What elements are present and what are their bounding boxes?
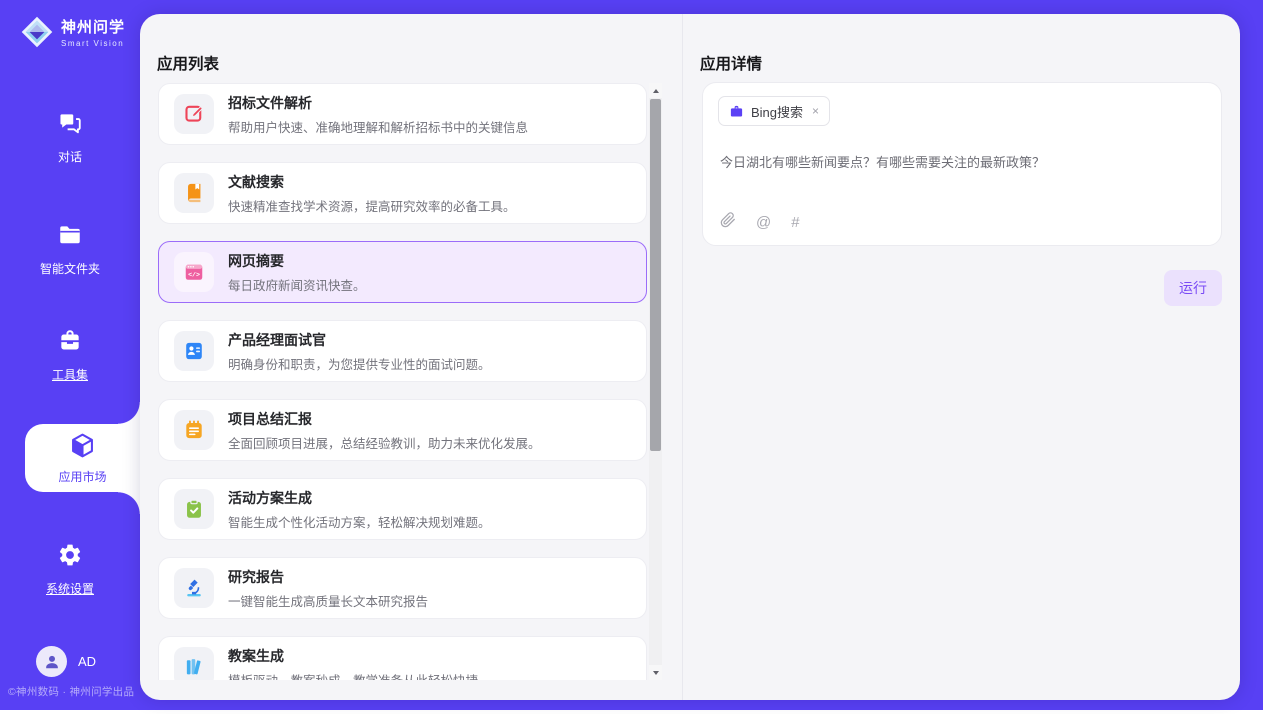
doc-edit-icon — [174, 94, 214, 134]
app-card-教案生成[interactable]: 教案生成模板驱动，教案秒成，教学准备从此轻松快捷 — [158, 636, 647, 680]
app-card-title: 招标文件解析 — [228, 93, 528, 113]
app-detail-panel: 应用详情 Bing搜索 × 今日湖北有哪些新闻要点？有哪些需要关注的最新政策？ … — [683, 14, 1240, 700]
app-card-description: 一键智能生成高质量长文本研究报告 — [228, 591, 428, 610]
avatar[interactable] — [36, 646, 67, 677]
app-list-panel: 应用列表 招标文件解析帮助用户快速、准确地理解和解析招标书中的关键信息文献搜索快… — [140, 14, 683, 700]
card-texts: 网页摘要每日政府新闻资讯快查。 — [228, 251, 366, 294]
microscope-icon — [174, 568, 214, 608]
sidebar-item-label: 系统设置 — [46, 580, 94, 597]
browser-code-icon: </> — [174, 252, 214, 292]
app-list-title: 应用列表 — [157, 52, 219, 74]
bubble-curve-top — [118, 402, 140, 424]
resume-icon — [174, 331, 214, 371]
app-detail-title: 应用详情 — [700, 52, 762, 74]
app-card-研究报告[interactable]: 研究报告一键智能生成高质量长文本研究报告 — [158, 557, 647, 619]
app-card-list: 招标文件解析帮助用户快速、准确地理解和解析招标书中的关键信息文献搜索快速精准查找… — [158, 83, 647, 680]
note-icon — [174, 410, 214, 450]
app-card-项目总结汇报[interactable]: 项目总结汇报全面回顾项目进展，总结经验教训，助力未来优化发展。 — [158, 399, 647, 461]
chat-icon — [57, 110, 83, 141]
app-card-description: 帮助用户快速、准确地理解和解析招标书中的关键信息 — [228, 117, 528, 136]
app-card-title: 项目总结汇报 — [228, 409, 541, 429]
card-texts: 项目总结汇报全面回顾项目进展，总结经验教训，助力未来优化发展。 — [228, 409, 541, 452]
folder-icon — [57, 222, 83, 253]
app-card-description: 全面回顾项目进展，总结经验教训，助力未来优化发展。 — [228, 433, 541, 452]
sidebar-item-系统设置[interactable]: 系统设置 — [0, 542, 140, 597]
sidebar-item-智能文件夹[interactable]: 智能文件夹 — [0, 222, 140, 277]
app-card-title: 研究报告 — [228, 567, 428, 587]
card-texts: 活动方案生成智能生成个性化活动方案，轻松解决规划难题。 — [228, 488, 491, 531]
books-icon — [174, 647, 214, 680]
user-row[interactable]: AD — [36, 646, 96, 677]
app-card-产品经理面试官[interactable]: 产品经理面试官明确身份和职责，为您提供专业性的面试问题。 — [158, 320, 647, 382]
composer-toolbar: @# — [720, 212, 800, 232]
copyright-text: ©神州数码 · 神州问学出品 — [8, 684, 134, 699]
cube-icon — [68, 431, 97, 465]
app-card-活动方案生成[interactable]: 活动方案生成智能生成个性化活动方案，轻松解决规划难题。 — [158, 478, 647, 540]
app-card-title: 教案生成 — [228, 646, 478, 666]
toolbox-icon — [57, 328, 83, 359]
scroll-down-button[interactable] — [649, 665, 662, 680]
scroll-up-icon — [653, 89, 659, 93]
app-card-title: 网页摘要 — [228, 251, 366, 271]
sidebar-item-工具集[interactable]: 工具集 — [0, 328, 140, 383]
app-card-description: 明确身份和职责，为您提供专业性的面试问题。 — [228, 354, 491, 373]
sidebar-item-label: 工具集 — [52, 366, 88, 383]
paperclip-icon[interactable] — [720, 212, 736, 232]
app-card-description: 每日政府新闻资讯快查。 — [228, 275, 366, 294]
app-card-网页摘要[interactable]: </> 网页摘要每日政府新闻资讯快查。 — [158, 241, 647, 303]
app-card-招标文件解析[interactable]: 招标文件解析帮助用户快速、准确地理解和解析招标书中的关键信息 — [158, 83, 647, 145]
person-icon — [42, 652, 62, 672]
app-card-title: 活动方案生成 — [228, 488, 491, 508]
scrollbar[interactable] — [649, 83, 662, 680]
card-texts: 产品经理面试官明确身份和职责，为您提供专业性的面试问题。 — [228, 330, 491, 373]
clipboard-check-icon — [174, 489, 214, 529]
briefcase-icon — [729, 104, 744, 119]
scroll-up-button[interactable] — [649, 83, 662, 98]
logo-diamond-icon — [20, 15, 54, 49]
sidebar-item-label: 应用市场 — [58, 468, 106, 485]
card-texts: 文献搜索快速精准查找学术资源，提高研究效率的必备工具。 — [228, 172, 516, 215]
tool-tag-bing-search[interactable]: Bing搜索 × — [718, 96, 830, 126]
run-button[interactable]: 运行 — [1164, 270, 1222, 306]
sidebar-item-label: 对话 — [58, 148, 82, 165]
app-name: 神州问学 — [61, 16, 125, 37]
sidebar-item-对话[interactable]: 对话 — [0, 110, 140, 165]
app-card-description: 快速精准查找学术资源，提高研究效率的必备工具。 — [228, 196, 516, 215]
app-card-title: 文献搜索 — [228, 172, 516, 192]
app-tagline: Smart Vision — [61, 39, 125, 48]
tool-tag-label: Bing搜索 — [751, 102, 803, 121]
app-card-description: 智能生成个性化活动方案，轻松解决规划难题。 — [228, 512, 491, 531]
gear-icon — [57, 542, 83, 573]
hash-icon[interactable]: # — [791, 214, 799, 231]
user-initials: AD — [78, 654, 96, 669]
bubble-curve-bottom — [118, 492, 140, 514]
scroll-down-icon — [653, 671, 659, 675]
app-window: 神州问学 Smart Vision 对话智能文件夹工具集应用市场系统设置 AD … — [0, 0, 1263, 710]
at-icon[interactable]: @ — [756, 214, 771, 231]
app-card-title: 产品经理面试官 — [228, 330, 491, 350]
tool-tag-close-icon[interactable]: × — [812, 104, 819, 118]
prompt-text[interactable]: 今日湖北有哪些新闻要点？有哪些需要关注的最新政策？ — [720, 153, 1205, 173]
book-icon — [174, 173, 214, 213]
scrollbar-thumb[interactable] — [650, 99, 661, 451]
sidebar: 神州问学 Smart Vision 对话智能文件夹工具集应用市场系统设置 AD … — [0, 0, 140, 710]
sidebar-item-label: 智能文件夹 — [40, 260, 100, 277]
app-card-description: 模板驱动，教案秒成，教学准备从此轻松快捷 — [228, 670, 478, 681]
app-logo: 神州问学 Smart Vision — [20, 15, 125, 49]
svg-text:</>: </> — [188, 272, 200, 279]
card-texts: 教案生成模板驱动，教案秒成，教学准备从此轻松快捷 — [228, 646, 478, 681]
prompt-composer[interactable]: Bing搜索 × 今日湖北有哪些新闻要点？有哪些需要关注的最新政策？ @# — [702, 82, 1222, 246]
app-card-文献搜索[interactable]: 文献搜索快速精准查找学术资源，提高研究效率的必备工具。 — [158, 162, 647, 224]
main-content: 应用列表 招标文件解析帮助用户快速、准确地理解和解析招标书中的关键信息文献搜索快… — [140, 14, 1240, 700]
sidebar-item-应用市场[interactable]: 应用市场 — [25, 424, 140, 492]
card-texts: 招标文件解析帮助用户快速、准确地理解和解析招标书中的关键信息 — [228, 93, 528, 136]
card-texts: 研究报告一键智能生成高质量长文本研究报告 — [228, 567, 428, 610]
